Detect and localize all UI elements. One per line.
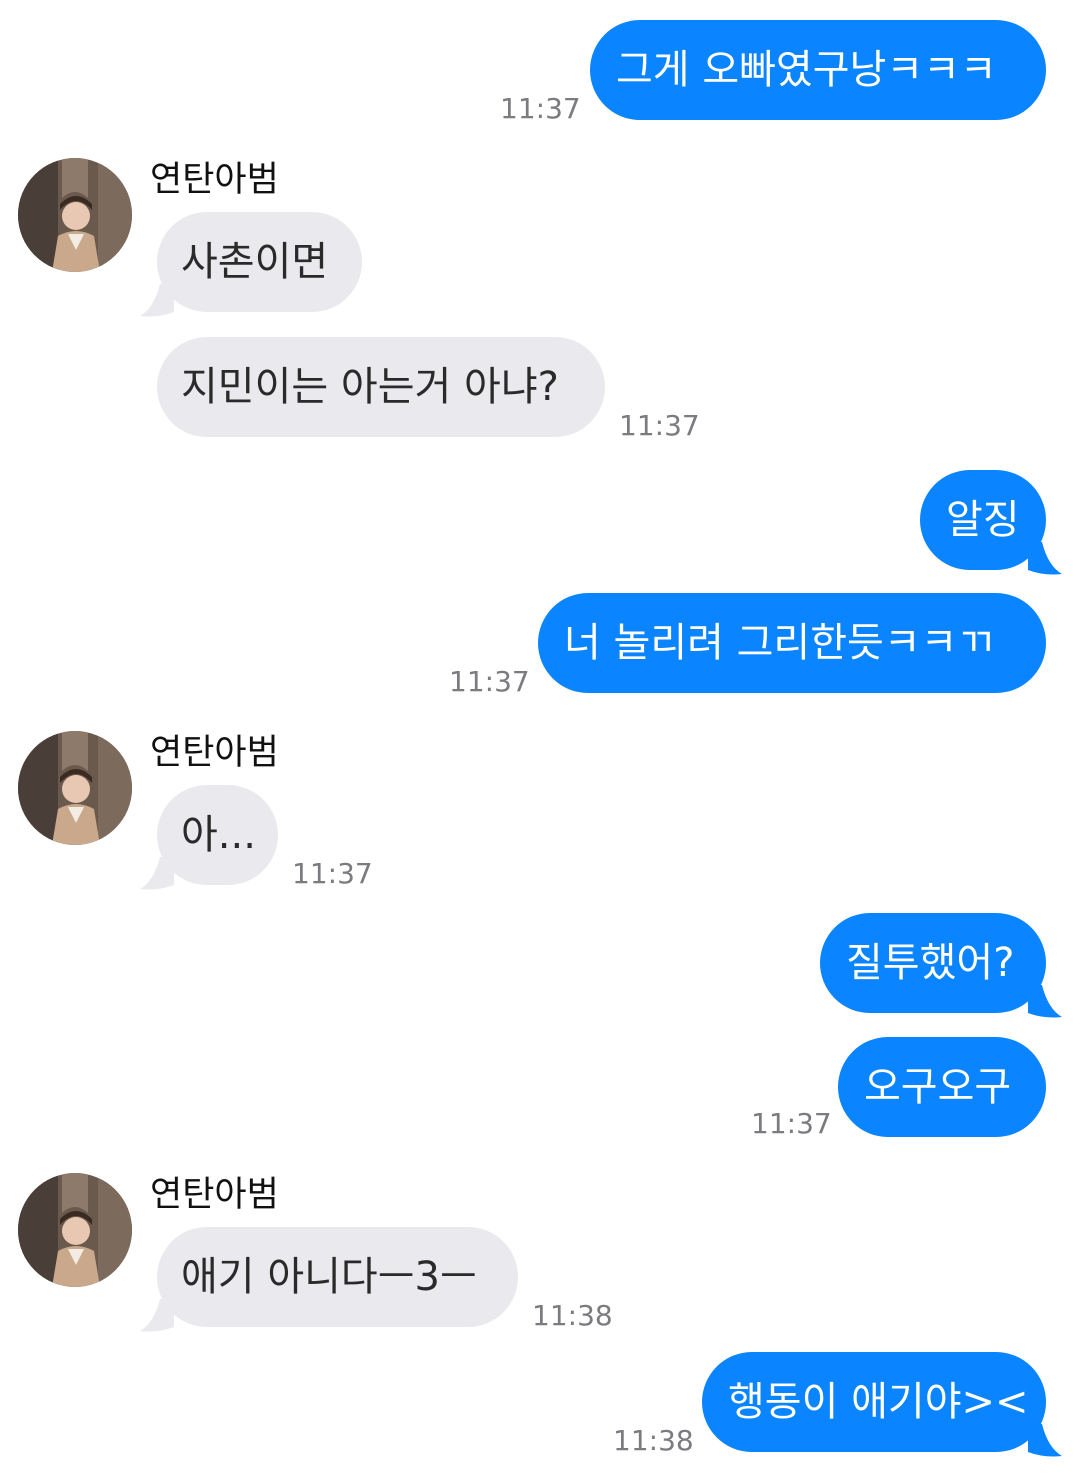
bubble-tail-incoming: [140, 1299, 174, 1332]
message-bubble-outgoing[interactable]: 오구오구: [838, 1037, 1046, 1137]
message-bubble-outgoing[interactable]: 너 놀리려 그리한듯ㅋㅋㄲ: [538, 593, 1046, 693]
message-text: 그게 오빠였구낭ㅋㅋㅋ: [616, 47, 997, 93]
message-timestamp: 11:38: [532, 1299, 613, 1332]
message-timestamp: 11:37: [292, 857, 373, 890]
sender-name: 연탄아범: [150, 1175, 279, 1215]
message-bubble-incoming[interactable]: 아...: [157, 785, 278, 885]
bubble-tail-outgoing: [1028, 542, 1062, 575]
message-text: 사촌이면: [181, 239, 329, 285]
message-text: 질투했어?: [846, 940, 1015, 986]
contact-avatar[interactable]: [18, 158, 132, 272]
message-bubble-incoming[interactable]: 사촌이면: [157, 212, 362, 312]
sender-name: 연탄아범: [150, 160, 279, 200]
message-bubble-incoming[interactable]: 애기 아니다ㅡ3ㅡ: [157, 1227, 518, 1327]
contact-avatar[interactable]: [18, 731, 132, 845]
message-text: 애기 아니다ㅡ3ㅡ: [181, 1254, 477, 1300]
message-bubble-outgoing[interactable]: 행동이 애기야><: [702, 1352, 1046, 1452]
message-text: 행동이 애기야><: [728, 1379, 1029, 1425]
message-timestamp: 11:37: [449, 665, 530, 698]
message-bubble-incoming[interactable]: 지민이는 아는거 아냐?: [157, 337, 605, 437]
message-timestamp: 11:37: [619, 409, 700, 442]
message-text: 아...: [181, 812, 256, 858]
contact-avatar[interactable]: [18, 1173, 132, 1287]
avatar-photo-icon: [18, 731, 132, 845]
avatar-photo-icon: [18, 1173, 132, 1287]
message-timestamp: 11:37: [500, 92, 581, 125]
bubble-tail-incoming: [140, 284, 174, 317]
message-text: 지민이는 아는거 아냐?: [181, 364, 559, 410]
bubble-tail-outgoing: [1028, 1424, 1062, 1457]
message-timestamp: 11:38: [613, 1424, 694, 1457]
bubble-tail-outgoing: [1028, 985, 1062, 1018]
avatar-photo-icon: [18, 158, 132, 272]
message-text: 알징: [946, 497, 1020, 543]
message-bubble-outgoing[interactable]: 질투했어?: [820, 913, 1046, 1013]
message-text: 오구오구: [864, 1064, 1012, 1110]
bubble-tail-incoming: [140, 857, 174, 890]
message-timestamp: 11:37: [751, 1107, 832, 1140]
message-bubble-outgoing[interactable]: 그게 오빠였구낭ㅋㅋㅋ: [590, 20, 1046, 120]
chat-thread: 그게 오빠였구낭ㅋㅋㅋ 11:37 연탄아범 사촌이면 지민이는 아는거 아냐?…: [0, 0, 1080, 1477]
message-text: 너 놀리려 그리한듯ㅋㅋㄲ: [564, 620, 995, 666]
sender-name: 연탄아범: [150, 733, 279, 773]
